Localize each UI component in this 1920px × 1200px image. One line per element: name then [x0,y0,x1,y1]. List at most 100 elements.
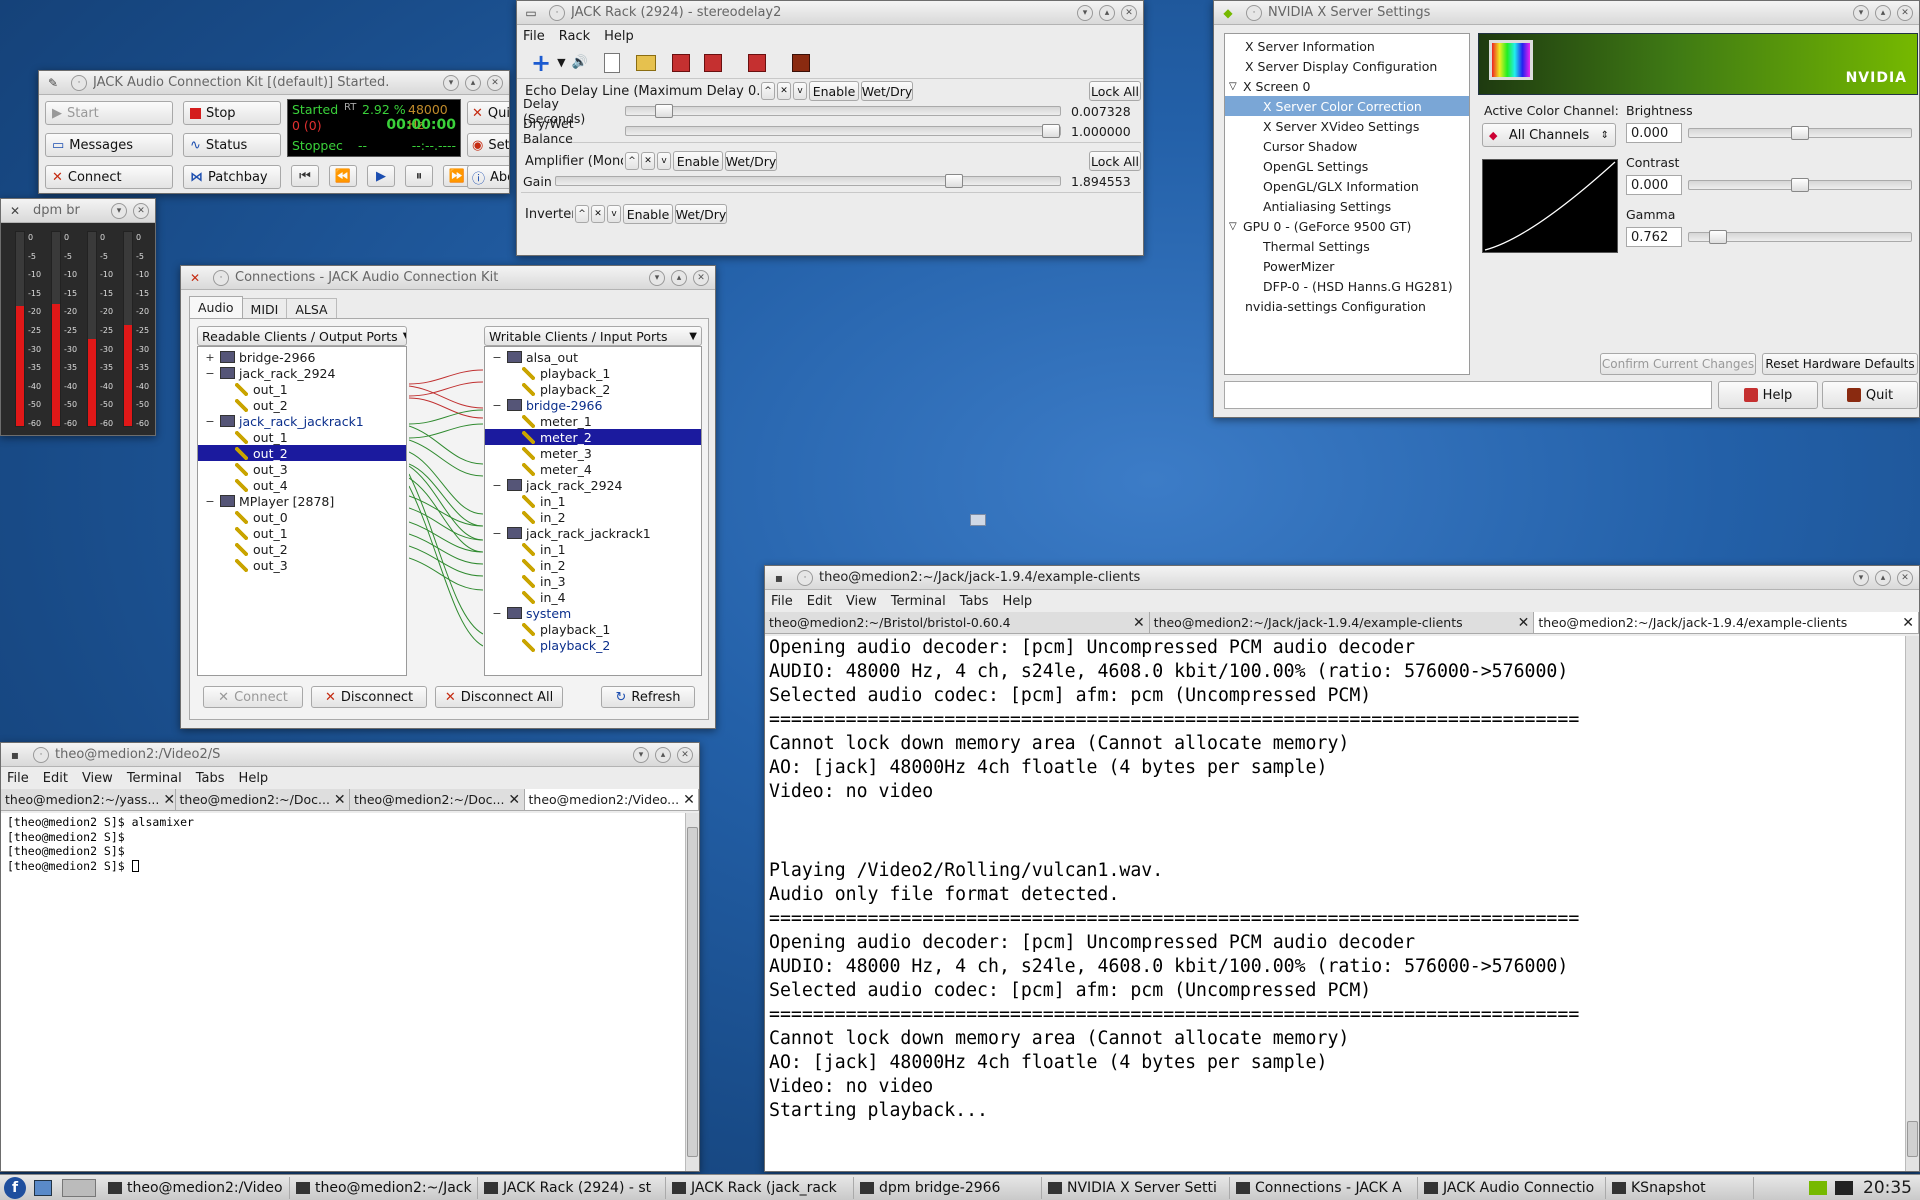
add-plugin-icon[interactable]: + [531,49,551,77]
expander-icon[interactable]: − [491,607,503,620]
disconnect-all-button[interactable]: ✕ Disconnect All [435,686,563,708]
menu-tabs[interactable]: Tabs [196,771,225,786]
client-row[interactable]: − jack_rack_2924 [485,477,701,493]
port-row[interactable]: out_1 [198,381,406,397]
menu-terminal[interactable]: Terminal [891,594,946,609]
port-row[interactable]: playback_1 [485,365,701,381]
menu-file[interactable]: File [523,29,545,44]
readable-clients-header[interactable]: Readable Clients / Output Ports▼ [197,326,407,346]
port-row[interactable]: playback_2 [485,381,701,397]
connect-button[interactable]: ✕ Connect [45,165,173,189]
clock[interactable]: 20:35 [1863,1178,1912,1198]
rewind-button[interactable]: ⏪ [329,165,357,187]
maximize-button[interactable]: ▴ [465,74,481,91]
settings-tree-item[interactable]: ▽ GPU 0 - (GeForce 9500 GT) [1225,216,1469,236]
client-row[interactable]: − bridge-2966 [485,397,701,413]
port-row[interactable]: playback_1 [485,621,701,637]
client-row[interactable]: − system [485,605,701,621]
port-row[interactable]: meter_2 [485,429,701,445]
channel-select[interactable]: ◆ All Channels ⇕ [1482,123,1616,147]
stop-button[interactable]: Stop [183,101,281,125]
channels-icon[interactable]: 🔊 [572,55,588,70]
minimize-button[interactable]: ▾ [649,269,665,286]
expander-icon[interactable]: + [204,351,216,364]
client-row[interactable]: − jack_rack_jackrack1 [198,413,406,429]
status-button[interactable]: ∿ Status [183,133,281,157]
expander-icon[interactable]: − [204,367,216,380]
connect-button[interactable]: ✕ Connect [203,686,303,708]
maximize-button[interactable]: ▴ [1099,4,1115,21]
fedora-menu-icon[interactable]: f [4,1176,26,1199]
settings-tree-item[interactable]: X Server Color Correction [1225,96,1469,116]
expander-icon[interactable]: − [491,399,503,412]
slider-knob[interactable] [945,174,963,188]
expander-icon[interactable]: ▽ [1229,81,1243,92]
move-up-button[interactable]: ^ [761,82,775,100]
taskbar-task[interactable]: KSnapshot [1606,1176,1754,1199]
about-button[interactable]: ⓘAbout... [467,165,509,189]
lock-all-button[interactable]: Lock All [1089,151,1141,171]
gain-slider[interactable] [555,174,1061,188]
scrollbar[interactable] [685,813,699,1171]
lock-all-button[interactable]: Lock All [1089,81,1141,101]
port-row[interactable]: out_2 [198,397,406,413]
port-row[interactable]: out_4 [198,477,406,493]
settings-tree-item[interactable]: X Server Information [1225,36,1469,56]
scrollbar[interactable] [1905,636,1919,1171]
tray-terminal-icon[interactable] [1835,1180,1853,1195]
close-tab-icon[interactable]: ✕ [334,792,346,808]
minimize-button[interactable]: ▾ [633,746,649,763]
port-row[interactable]: out_3 [198,461,406,477]
delay-slider[interactable] [625,104,1061,118]
slider-knob[interactable] [1791,178,1809,192]
window-menu-button[interactable]: · [1246,4,1262,21]
slider-knob[interactable] [655,104,673,118]
close-button[interactable]: ✕ [1121,4,1137,21]
remove-button[interactable]: ✕ [591,205,605,223]
quit-icon[interactable] [791,53,810,72]
menu-help[interactable]: Help [604,29,634,44]
desktop-pager-icon[interactable] [62,1178,96,1197]
dropdown-arrow-icon[interactable]: ▼ [557,56,565,69]
patchbay-button[interactable]: ⋈ Patchbay [183,165,281,189]
contrast-value[interactable]: 0.000 [1626,175,1682,195]
close-tab-icon[interactable]: ✕ [1133,615,1145,631]
port-row[interactable]: out_1 [198,429,406,445]
port-row[interactable]: out_1 [198,525,406,541]
quit-button[interactable]: ✕Quit [467,101,509,125]
close-button[interactable]: ✕ [1897,4,1913,21]
move-down-button[interactable]: v [657,152,671,170]
brightness-slider[interactable] [1688,126,1912,140]
launcher-icon[interactable] [34,1179,52,1196]
taskbar-task[interactable]: JACK Rack (2924) - st [478,1176,666,1199]
param-value[interactable]: 1.000000 [1061,124,1133,139]
expander-icon[interactable]: − [204,495,216,508]
terminal-tab[interactable]: theo@medion2:~/Doc... ✕ [176,789,350,810]
writable-clients-header[interactable]: Writable Clients / Input Ports ▼ [484,326,702,346]
terminal-tab[interactable]: theo@medion2:~/Bristol/bristol-0.60.4 ✕ [765,612,1150,633]
settings-tree-item[interactable]: X Server Display Configuration [1225,56,1469,76]
expander-icon[interactable]: − [491,479,503,492]
port-row[interactable]: in_1 [485,541,701,557]
close-button[interactable]: ✕ [487,74,503,91]
close-tab-icon[interactable]: ✕ [163,792,174,808]
terminal-output[interactable]: Opening audio decoder: [pcm] Uncompresse… [765,636,1905,1171]
settings-tree-item[interactable]: nvidia-settings Configuration [1225,296,1469,316]
move-up-button[interactable]: ^ [625,152,639,170]
terminal-tab[interactable]: theo@medion2:~/Jack/jack-1.9.4/example-c… [1150,612,1535,633]
taskbar-task[interactable]: theo@medion2:~/Jack [290,1176,478,1199]
window-menu-button[interactable]: · [549,4,565,21]
close-tab-icon[interactable]: ✕ [683,792,695,808]
port-row[interactable]: in_2 [485,557,701,573]
menu-file[interactable]: File [771,594,793,609]
menu-rack[interactable]: Rack [559,29,590,44]
wet-dry-button[interactable]: Wet/Dry [861,81,913,101]
maximize-button[interactable]: ▴ [671,269,687,286]
taskbar-task[interactable]: NVIDIA X Server Setti [1042,1176,1230,1199]
desktop-icon[interactable] [970,514,986,526]
contrast-slider[interactable] [1688,178,1912,192]
terminal-tab-active[interactable]: theo@medion2:/Video... ✕ [524,789,699,810]
refresh-button[interactable]: ↻ Refresh [601,686,695,708]
wet-dry-button[interactable]: Wet/Dry [725,151,777,171]
settings-tree-item[interactable]: ▽ X Screen 0 [1225,76,1469,96]
